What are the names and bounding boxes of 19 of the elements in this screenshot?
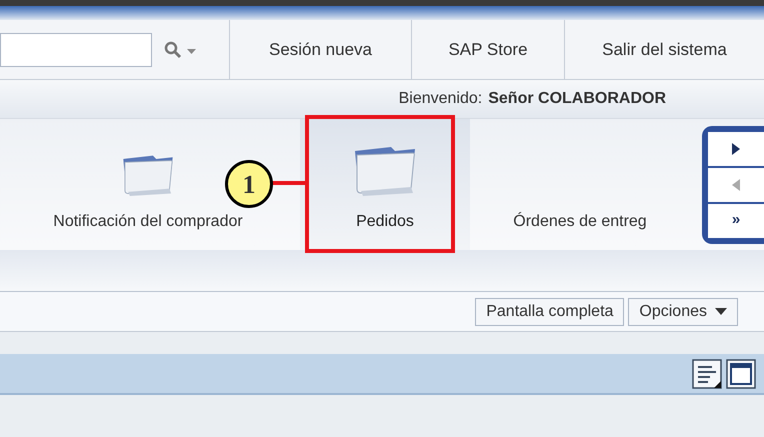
nav-tab[interactable]: Pedidos bbox=[356, 210, 414, 234]
left-triangle-icon bbox=[732, 178, 740, 190]
window-icon[interactable] bbox=[726, 358, 756, 388]
header-link[interactable]: Salir del sistema bbox=[565, 20, 764, 79]
welcome-label: Bienvenido: bbox=[398, 89, 482, 109]
search-icon[interactable] bbox=[164, 40, 198, 58]
nav-tab[interactable]: Órdenes de entreg bbox=[513, 210, 647, 234]
forward-button[interactable] bbox=[708, 132, 764, 166]
user-name: Señor COLABORADOR bbox=[488, 89, 666, 109]
fullscreen-button[interactable]: Pantalla completa bbox=[475, 298, 624, 326]
search-field[interactable] bbox=[0, 32, 152, 66]
nav-tab[interactable]: Notificación del comprador bbox=[53, 210, 243, 234]
right-triangle-icon bbox=[732, 142, 740, 154]
options-menu-button[interactable]: Opciones bbox=[628, 298, 738, 326]
text-lines-icon[interactable] bbox=[692, 358, 722, 388]
header-link[interactable]: SAP Store bbox=[412, 20, 565, 79]
header-link[interactable]: Sesión nueva bbox=[230, 20, 412, 79]
caret-icon bbox=[715, 308, 727, 315]
more-button[interactable]: » bbox=[708, 204, 764, 238]
